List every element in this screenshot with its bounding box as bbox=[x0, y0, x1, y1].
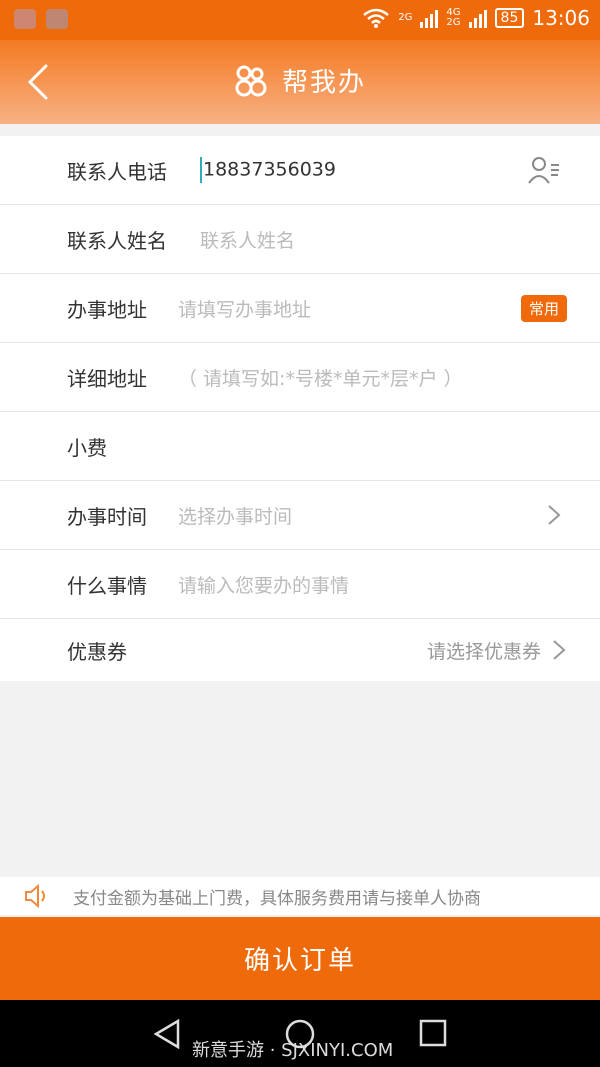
form-row-coupon[interactable]: 优惠券 请选择优惠券 bbox=[0, 619, 600, 681]
wifi-icon bbox=[363, 8, 390, 28]
watermark: 新意手游 · SJXINYI.COM bbox=[192, 1040, 394, 1061]
task-input[interactable]: 请输入您要办的事情 bbox=[178, 571, 349, 598]
text-cursor bbox=[200, 157, 202, 183]
task-label: 什么事情 bbox=[67, 573, 147, 598]
coupon-label: 优惠券 bbox=[67, 639, 127, 664]
form-row-address: 办事地址 请填写办事地址 常用 bbox=[0, 274, 600, 343]
detail-address-label: 详细地址 bbox=[67, 366, 147, 391]
payment-notice: 支付金额为基础上门费，具体服务费用请与接单人协商 bbox=[0, 877, 600, 915]
time-select[interactable]: 选择办事时间 bbox=[178, 502, 292, 529]
name-input[interactable]: 联系人姓名 bbox=[200, 226, 295, 253]
status-bar: 2G 4G 2G 85 13:06 bbox=[0, 0, 600, 40]
battery-level: 85 bbox=[494, 8, 525, 28]
signal-bars-icon bbox=[468, 8, 487, 28]
page-title: 帮我办 bbox=[281, 68, 366, 98]
common-address-button[interactable]: 常用 bbox=[520, 294, 567, 322]
health-app-icon bbox=[14, 9, 36, 29]
header-title-group: 帮我办 bbox=[0, 62, 600, 99]
detail-address-input[interactable]: （ 请填写如:*号楼*单元*层*户 ） bbox=[178, 364, 462, 391]
phone-value: 18837356039 bbox=[203, 158, 336, 181]
name-label: 联系人姓名 bbox=[67, 228, 167, 253]
status-indicators: 2G 4G 2G 85 13:06 bbox=[362, 6, 590, 30]
tip-label: 小费 bbox=[67, 435, 107, 460]
chevron-right-icon bbox=[553, 640, 566, 660]
form-row-time[interactable]: 办事时间 选择办事时间 bbox=[0, 481, 600, 550]
phone-input[interactable]: 18837356039 bbox=[200, 157, 336, 183]
gallery-app-icon bbox=[46, 9, 68, 29]
signal-4g-2g: 4G 2G bbox=[446, 8, 460, 28]
address-input[interactable]: 请填写办事地址 bbox=[178, 295, 311, 322]
notice-text: 支付金额为基础上门费，具体服务费用请与接单人协商 bbox=[73, 888, 481, 909]
address-label: 办事地址 bbox=[67, 297, 147, 322]
helper-logo-icon bbox=[235, 65, 267, 96]
confirm-order-button[interactable]: 确认订单 bbox=[0, 917, 600, 1000]
signal-bars-icon bbox=[420, 8, 439, 28]
clock: 13:06 bbox=[532, 6, 590, 30]
contacts-icon[interactable] bbox=[528, 155, 560, 185]
signal-2g: 2G bbox=[398, 13, 412, 23]
network-type-2g: 2G bbox=[446, 17, 461, 28]
time-label: 办事时间 bbox=[67, 504, 147, 529]
coupon-select[interactable]: 请选择优惠券 bbox=[427, 637, 567, 664]
form-row-tip[interactable]: 小费 bbox=[0, 412, 600, 481]
notification-icons bbox=[14, 9, 68, 29]
form-row-phone: 联系人电话 18837356039 bbox=[0, 136, 600, 205]
phone-label: 联系人电话 bbox=[67, 159, 167, 184]
chevron-right-icon bbox=[548, 505, 561, 525]
form-row-name: 联系人姓名 联系人姓名 bbox=[0, 205, 600, 274]
network-type-label: 2G bbox=[398, 12, 413, 23]
recents-nav-icon[interactable] bbox=[419, 1019, 447, 1047]
coupon-value: 请选择优惠券 bbox=[426, 640, 541, 663]
speaker-icon bbox=[25, 884, 45, 908]
app-header: 帮我办 bbox=[0, 40, 600, 124]
form-row-detail-address: 详细地址 （ 请填写如:*号楼*单元*层*户 ） bbox=[0, 343, 600, 412]
back-nav-icon[interactable] bbox=[152, 1018, 182, 1050]
form-row-task: 什么事情 请输入您要办的事情 bbox=[0, 550, 600, 619]
order-form: 联系人电话 18837356039 联系人姓名 联系人姓名 办事地址 请填写办事… bbox=[0, 136, 600, 681]
